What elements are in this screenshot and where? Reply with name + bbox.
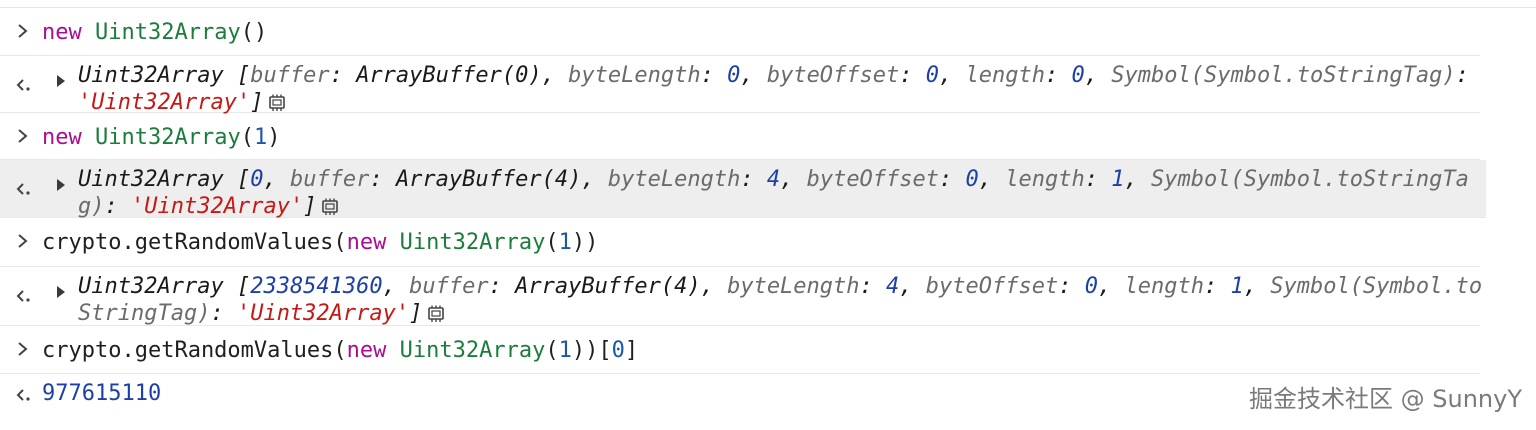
console-command[interactable]: new Uint32Array(1) [42, 125, 280, 151]
console-command[interactable]: crypto.getRandomValues(new Uint32Array(1… [42, 338, 638, 364]
console-command[interactable]: crypto.getRandomValues(new Uint32Array(1… [42, 230, 598, 256]
triangle-right-icon[interactable] [57, 286, 65, 298]
console-input-row: new Uint32Array() [0, 8, 1480, 56]
console-input-row: crypto.getRandomValues(new Uint32Array(1… [0, 218, 1480, 267]
class-name: Uint32Array [399, 338, 546, 363]
typed-array-preview[interactable]: Uint32Array [0, buffer: ArrayBuffer(4), … [78, 166, 1483, 220]
return-arrow-icon [16, 79, 30, 91]
return-arrow-icon [16, 290, 30, 302]
chevron-right-icon [18, 342, 28, 356]
console-log: new Uint32Array() Uint32Array [buffer: A… [0, 8, 1536, 416]
memory-inspector-icon[interactable] [267, 94, 287, 112]
triangle-right-icon[interactable] [57, 75, 65, 87]
memory-inspector-icon[interactable] [320, 198, 340, 216]
chevron-right-icon [18, 234, 28, 248]
console-command[interactable]: new Uint32Array() [42, 20, 267, 46]
return-arrow-icon [16, 183, 30, 195]
return-arrow-icon [16, 389, 30, 401]
class-name: Uint32Array [95, 125, 241, 150]
keyword: new [42, 20, 82, 45]
watermark: 掘金技术社区 @ SunnyY [1249, 385, 1522, 413]
console-result-row: Uint32Array [buffer: ArrayBuffer(0), byt… [0, 56, 1483, 116]
memory-inspector-icon[interactable] [426, 305, 446, 323]
console-result-row: Uint32Array [0, buffer: ArrayBuffer(4), … [0, 160, 1486, 220]
class-name: Uint32Array [95, 20, 241, 45]
console-result-row: Uint32Array [2338541360, buffer: ArrayBu… [0, 267, 1483, 327]
triangle-right-icon[interactable] [57, 179, 65, 191]
result-value: 977615110 [42, 381, 162, 406]
keyword: new [42, 125, 82, 150]
chevron-right-icon [18, 129, 28, 143]
console-input-row: new Uint32Array(1) [0, 113, 1480, 160]
keyword: new [346, 230, 387, 255]
chevron-right-icon [18, 24, 28, 38]
console-input-row: crypto.getRandomValues(new Uint32Array(1… [0, 326, 1480, 374]
typed-array-preview[interactable]: Uint32Array [buffer: ArrayBuffer(0), byt… [78, 62, 1483, 116]
class-name: Uint32Array [399, 230, 546, 255]
keyword: new [346, 338, 387, 363]
typed-array-preview[interactable]: Uint32Array [2338541360, buffer: ArrayBu… [78, 273, 1483, 327]
